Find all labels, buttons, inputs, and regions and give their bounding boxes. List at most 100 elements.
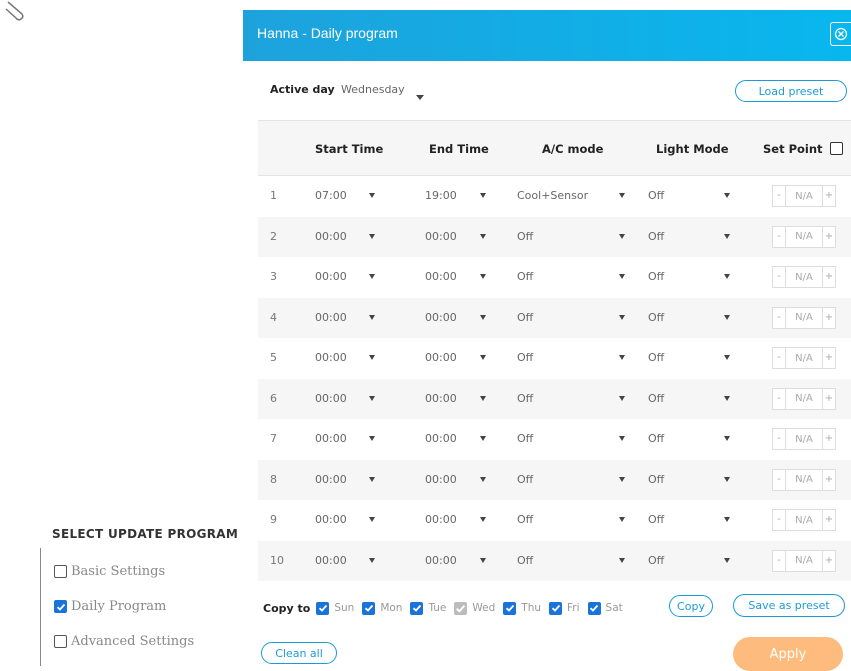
chevron-down-icon[interactable] [619, 476, 625, 482]
chevron-down-icon[interactable] [369, 395, 375, 401]
chevron-down-icon[interactable] [724, 436, 730, 441]
chevron-down-icon[interactable] [724, 233, 730, 239]
decrement-button[interactable]: - [773, 469, 786, 490]
end-time-select[interactable]: 00:00 [425, 554, 457, 567]
start-time-select[interactable]: 00:00 [315, 513, 347, 526]
set-point-stepper[interactable]: - N/A + [772, 468, 836, 491]
ac-mode-select[interactable]: Off [517, 513, 533, 526]
chevron-down-icon[interactable] [369, 557, 375, 563]
day-option-fri[interactable]: Fri [549, 601, 580, 615]
decrement-button[interactable]: - [773, 388, 786, 409]
chevron-down-icon[interactable] [724, 517, 730, 522]
light-mode-select[interactable]: Off [648, 473, 664, 486]
day-checkbox[interactable] [410, 601, 424, 615]
ac-mode-select[interactable]: Off [517, 311, 533, 324]
start-time-select[interactable]: 00:00 [315, 270, 347, 283]
ac-mode-select[interactable]: Cool+Sensor [517, 189, 588, 202]
increment-button[interactable]: + [821, 469, 835, 490]
day-option-sat[interactable]: Sat [587, 601, 623, 615]
chevron-down-icon[interactable] [369, 355, 375, 360]
set-point-stepper[interactable]: - N/A + [772, 266, 836, 288]
set-point-stepper[interactable]: - N/A + [772, 509, 836, 531]
apply-button[interactable]: Apply [733, 637, 843, 671]
increment-button[interactable]: + [821, 348, 835, 368]
chevron-down-icon[interactable] [619, 193, 625, 198]
set-point-stepper[interactable]: - N/A + [772, 549, 836, 572]
increment-button[interactable]: + [821, 388, 835, 409]
set-point-stepper[interactable]: - N/A + [772, 387, 836, 410]
chevron-down-icon[interactable] [724, 557, 730, 563]
chevron-down-icon[interactable] [724, 193, 730, 198]
decrement-button[interactable]: - [773, 348, 786, 368]
daily-program-checkbox[interactable] [54, 600, 67, 613]
start-time-select[interactable]: 00:00 [315, 230, 347, 243]
chevron-down-icon[interactable] [724, 476, 730, 482]
set-point-stepper[interactable]: - N/A + [772, 306, 836, 329]
ac-mode-select[interactable]: Off [517, 351, 533, 364]
chevron-down-icon[interactable] [480, 517, 486, 522]
chevron-down-icon[interactable] [369, 436, 375, 441]
chevron-down-icon[interactable] [619, 436, 625, 441]
end-time-select[interactable]: 00:00 [425, 432, 457, 445]
ac-mode-select[interactable]: Off [517, 432, 533, 445]
basic-settings-option[interactable]: Basic Settings [54, 564, 165, 579]
chevron-down-icon[interactable] [724, 355, 730, 360]
chevron-down-icon[interactable] [619, 517, 625, 522]
end-time-select[interactable]: 00:00 [425, 270, 457, 283]
chevron-down-icon[interactable] [480, 233, 486, 239]
decrement-button[interactable]: - [773, 307, 786, 328]
day-option-tue[interactable]: Tue [410, 601, 446, 615]
chevron-down-icon[interactable] [619, 557, 625, 563]
set-point-checkbox[interactable] [830, 142, 843, 155]
light-mode-select[interactable]: Off [648, 311, 664, 324]
chevron-down-icon[interactable] [619, 355, 625, 360]
set-point-stepper[interactable]: - N/A + [772, 225, 836, 248]
light-mode-select[interactable]: Off [648, 392, 664, 405]
chevron-down-icon[interactable] [724, 314, 730, 320]
increment-button[interactable]: + [821, 226, 835, 247]
chevron-down-icon[interactable] [619, 395, 625, 401]
chevron-down-icon[interactable] [480, 395, 486, 401]
start-time-select[interactable]: 00:00 [315, 351, 347, 364]
day-option-thu[interactable]: Thu [503, 601, 541, 615]
end-time-select[interactable]: 00:00 [425, 230, 457, 243]
end-time-select[interactable]: 00:00 [425, 311, 457, 324]
chevron-down-icon[interactable] [724, 274, 730, 279]
end-time-select[interactable]: 19:00 [425, 189, 457, 202]
day-checkbox[interactable] [587, 601, 601, 615]
advanced-settings-option[interactable]: Advanced Settings [54, 634, 194, 649]
chevron-down-icon[interactable] [480, 355, 486, 360]
ac-mode-select[interactable]: Off [517, 554, 533, 567]
chevron-down-icon[interactable] [369, 476, 375, 482]
end-time-select[interactable]: 00:00 [425, 392, 457, 405]
day-checkbox[interactable] [549, 601, 563, 615]
day-option-sun[interactable]: Sun [316, 601, 354, 615]
increment-button[interactable]: + [821, 429, 835, 449]
daily-program-option[interactable]: Daily Program [54, 599, 166, 614]
light-mode-select[interactable]: Off [648, 270, 664, 283]
increment-button[interactable]: + [821, 267, 835, 287]
decrement-button[interactable]: - [773, 510, 786, 530]
chevron-down-icon[interactable] [416, 86, 424, 105]
set-point-stepper[interactable]: - N/A + [772, 347, 836, 369]
chevron-down-icon[interactable] [619, 274, 625, 279]
decrement-button[interactable]: - [773, 429, 786, 449]
ac-mode-select[interactable]: Off [517, 392, 533, 405]
increment-button[interactable]: + [821, 550, 835, 571]
chevron-down-icon[interactable] [480, 557, 486, 563]
advanced-settings-checkbox[interactable] [54, 635, 67, 648]
end-time-select[interactable]: 00:00 [425, 513, 457, 526]
day-checkbox[interactable] [503, 601, 517, 615]
chevron-down-icon[interactable] [369, 233, 375, 239]
day-checkbox[interactable] [316, 601, 330, 615]
chevron-down-icon[interactable] [369, 274, 375, 279]
light-mode-select[interactable]: Off [648, 432, 664, 445]
day-checkbox[interactable] [362, 601, 376, 615]
set-point-stepper[interactable]: - N/A + [772, 185, 836, 207]
clean-all-button[interactable]: Clean all [261, 642, 337, 664]
decrement-button[interactable]: - [773, 550, 786, 571]
ac-mode-select[interactable]: Off [517, 473, 533, 486]
decrement-button[interactable]: - [773, 186, 786, 206]
chevron-down-icon[interactable] [480, 436, 486, 441]
chevron-down-icon[interactable] [480, 274, 486, 279]
